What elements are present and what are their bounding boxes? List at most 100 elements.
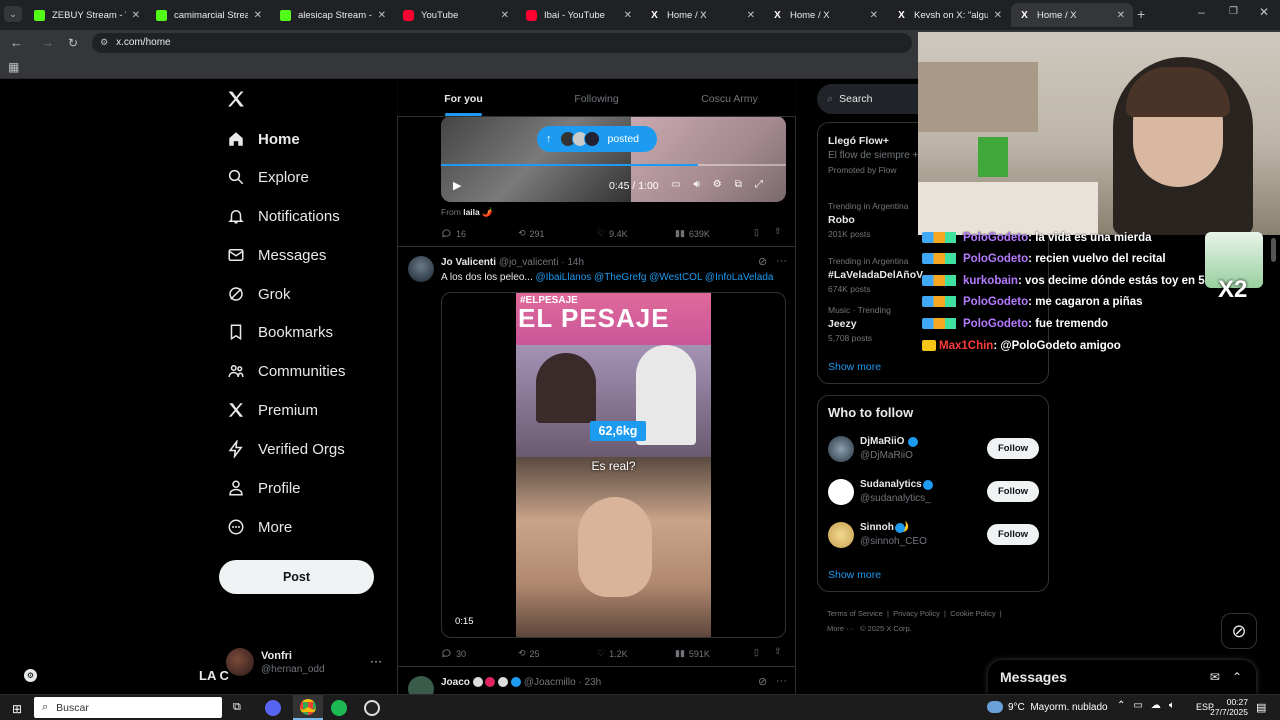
footer-cookie[interactable]: Cookie Policy [950, 609, 995, 618]
like-button[interactable]: ♡ 1.2K [597, 648, 628, 659]
scrollbar-thumb[interactable] [1271, 238, 1276, 262]
tab-search-button[interactable]: ⌄ [4, 6, 22, 22]
footer-privacy[interactable]: Privacy Policy [893, 609, 940, 618]
sidebar-item-verified-orgs[interactable]: Verified Orgs [226, 434, 345, 464]
browser-tab[interactable]: YouTube ✕ [395, 3, 517, 27]
promo-title[interactable]: Llegó Flow+ [828, 135, 889, 147]
x-logo-icon[interactable] [226, 89, 246, 114]
avatar[interactable] [828, 436, 854, 462]
discord-icon[interactable] [265, 700, 281, 716]
messages-drawer[interactable]: Messages ✉ ⌃ [988, 660, 1256, 694]
new-tab-button[interactable]: + [1137, 6, 1145, 22]
footer-more[interactable]: More ··· [827, 624, 854, 633]
clock[interactable]: 00:27 27/7/2025 [1204, 697, 1248, 717]
post3-handle[interactable]: @Joacmillo [524, 677, 576, 688]
close-tab-icon[interactable]: ✕ [254, 10, 262, 21]
notification-icon[interactable]: ▤ [1256, 701, 1266, 714]
account-avatar[interactable] [226, 648, 254, 676]
browser-tab[interactable]: X Home / X ✕ [764, 3, 886, 27]
minimize-button[interactable]: – [1198, 5, 1205, 19]
pip-icon[interactable]: ⧉ [735, 179, 742, 190]
post2-avatar[interactable] [408, 256, 434, 282]
tab-coscu-army[interactable]: Coscu Army [663, 80, 796, 116]
play-icon[interactable]: ▶ [453, 179, 461, 192]
share-button[interactable]: ⇧ [774, 226, 782, 237]
bookmark-button[interactable]: ▯ [754, 647, 759, 658]
fullscreen-icon[interactable]: ⤢ [755, 179, 763, 190]
sidebar-item-home[interactable]: Home [226, 124, 300, 154]
browser-tab[interactable]: Ibai - YouTube ✕ [518, 3, 640, 27]
close-tab-icon[interactable]: ✕ [501, 10, 509, 21]
close-tab-icon[interactable]: ✕ [747, 10, 755, 21]
bookmark-button[interactable]: ▯ [754, 227, 759, 238]
follow-name[interactable]: DjMaRiiO [860, 436, 904, 447]
browser-tab[interactable]: ZEBUY Stream - Wat ✕ [26, 3, 148, 27]
avatar[interactable] [828, 522, 854, 548]
close-tab-icon[interactable]: ✕ [994, 10, 1002, 21]
video-progress-bar[interactable] [441, 164, 698, 166]
post2-time[interactable]: · 14h [561, 257, 584, 268]
show-more-trends[interactable]: Show more [828, 361, 881, 373]
close-tab-icon[interactable]: ✕ [132, 10, 140, 21]
follow-button[interactable]: Follow [987, 524, 1039, 545]
sidebar-item-bookmarks[interactable]: Bookmarks [226, 317, 333, 347]
post2-video[interactable]: EL PESAJE #ELPESAJE 62,6kg Es real? 0:15 [441, 292, 786, 638]
close-tab-icon[interactable]: ✕ [378, 10, 386, 21]
views-button[interactable]: ▮▮ 591K [675, 648, 710, 659]
site-info-icon[interactable]: ⚙ [100, 37, 108, 48]
avatar[interactable] [828, 479, 854, 505]
sidebar-item-messages[interactable]: Messages [226, 240, 326, 270]
new-posts-pill[interactable]: ↑ posted [537, 126, 657, 152]
chevron-up-icon[interactable]: ⌃ [1232, 670, 1242, 684]
new-message-icon[interactable]: ✉ [1210, 670, 1220, 684]
tab-for-you[interactable]: For you [397, 80, 530, 116]
post3-time[interactable]: · 23h [578, 677, 601, 688]
sidebar-item-profile[interactable]: Profile [226, 473, 301, 503]
follow-name[interactable]: Sudanalytics [860, 479, 922, 490]
close-window-button[interactable]: ✕ [1259, 5, 1269, 19]
url-field[interactable]: ⚙ x.com/home [92, 32, 913, 53]
forward-icon[interactable]: → [41, 35, 54, 50]
browser-tab[interactable]: X Home / X ✕ [1011, 3, 1133, 27]
grok-icon[interactable]: ⊘ [758, 255, 767, 268]
like-button[interactable]: ♡ 9.4K [597, 228, 628, 239]
reply-button[interactable]: 30 [441, 648, 466, 659]
trend-item[interactable]: Trending in Argentina Robo 201K posts [828, 199, 909, 241]
grok-icon[interactable]: ⊘ [758, 675, 767, 688]
grok-float-button[interactable]: ⊘ [1221, 613, 1257, 649]
spotify-icon[interactable] [331, 700, 347, 716]
sidebar-item-communities[interactable]: Communities [226, 356, 346, 386]
browser-tab[interactable]: X Kevsh on X: "alguien ✕ [888, 3, 1010, 27]
post-button[interactable]: Post [219, 560, 374, 594]
views-button[interactable]: ▮▮ 639K [675, 228, 710, 239]
browser-tab[interactable]: alesicap Stream - Wa ✕ [272, 3, 394, 27]
post-more-icon[interactable]: ··· [776, 255, 787, 267]
show-more-follow[interactable]: Show more [828, 569, 881, 581]
weather-text[interactable]: 9°C Mayorm. nublado [1008, 702, 1108, 713]
chrome-taskbar-button[interactable] [293, 695, 323, 720]
sidebar-item-premium[interactable]: Premium [226, 395, 318, 425]
post3-author-name[interactable]: Joaco [441, 677, 470, 688]
obs-icon[interactable] [364, 700, 380, 716]
settings-icon[interactable]: ⚙ [713, 179, 722, 190]
browser-tab[interactable]: X Home / X ✕ [641, 3, 763, 27]
post-more-icon[interactable]: ··· [776, 675, 787, 687]
reload-icon[interactable]: ↻ [68, 36, 78, 50]
captions-icon[interactable]: ▭ [671, 179, 680, 190]
close-tab-icon[interactable]: ✕ [1117, 10, 1125, 21]
follow-button[interactable]: Follow [987, 481, 1039, 502]
windows-start-icon[interactable]: ⊞ [12, 702, 22, 716]
reply-button[interactable]: 16 [441, 228, 466, 239]
taskbar-search[interactable]: ⌕ Buscar [34, 697, 222, 718]
task-view-icon[interactable]: ⧉ [233, 701, 241, 714]
sidebar-item-grok[interactable]: Grok [226, 279, 291, 309]
browser-tab[interactable]: camimarcial Stream - ✕ [148, 3, 270, 27]
from-name[interactable]: laila 🌶️ [463, 207, 492, 217]
repost-button[interactable]: ⟲ 291 [518, 228, 545, 239]
trend-item[interactable]: Music · Trending Jeezy 5,708 posts [828, 303, 891, 345]
tab-following[interactable]: Following [530, 80, 663, 116]
post2-author-name[interactable]: Jo Valicenti [441, 257, 496, 268]
sidebar-item-notifications[interactable]: Notifications [226, 201, 340, 231]
sidebar-item-explore[interactable]: Explore [226, 162, 309, 192]
post2-handle[interactable]: @jo_valicenti [499, 257, 559, 268]
